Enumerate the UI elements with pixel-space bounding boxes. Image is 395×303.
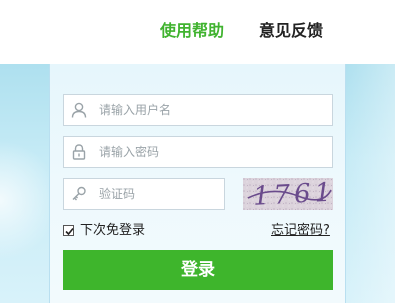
- background-highlight-right: [345, 64, 395, 303]
- remember-checkbox[interactable]: [63, 225, 74, 236]
- top-bar: 使用帮助 意见反馈: [0, 0, 395, 64]
- key-icon: [70, 185, 88, 203]
- login-button[interactable]: 登录: [63, 250, 333, 290]
- password-input[interactable]: 请输入密码: [63, 136, 333, 168]
- remember-label: 下次免登录: [80, 223, 146, 238]
- password-placeholder: 请输入密码: [99, 145, 160, 159]
- username-input[interactable]: 请输入用户名: [63, 94, 333, 126]
- lock-icon: [70, 143, 88, 161]
- user-icon: [70, 101, 88, 119]
- nav-help-link[interactable]: 使用帮助: [160, 20, 224, 42]
- captcha-image[interactable]: 1761: [243, 178, 336, 212]
- captcha-input[interactable]: 验证码: [63, 178, 225, 210]
- nav-feedback-link[interactable]: 意见反馈: [259, 20, 323, 42]
- captcha-placeholder: 验证码: [99, 187, 136, 201]
- username-placeholder: 请输入用户名: [99, 103, 172, 117]
- forgot-password-link[interactable]: 忘记密码?: [271, 222, 330, 240]
